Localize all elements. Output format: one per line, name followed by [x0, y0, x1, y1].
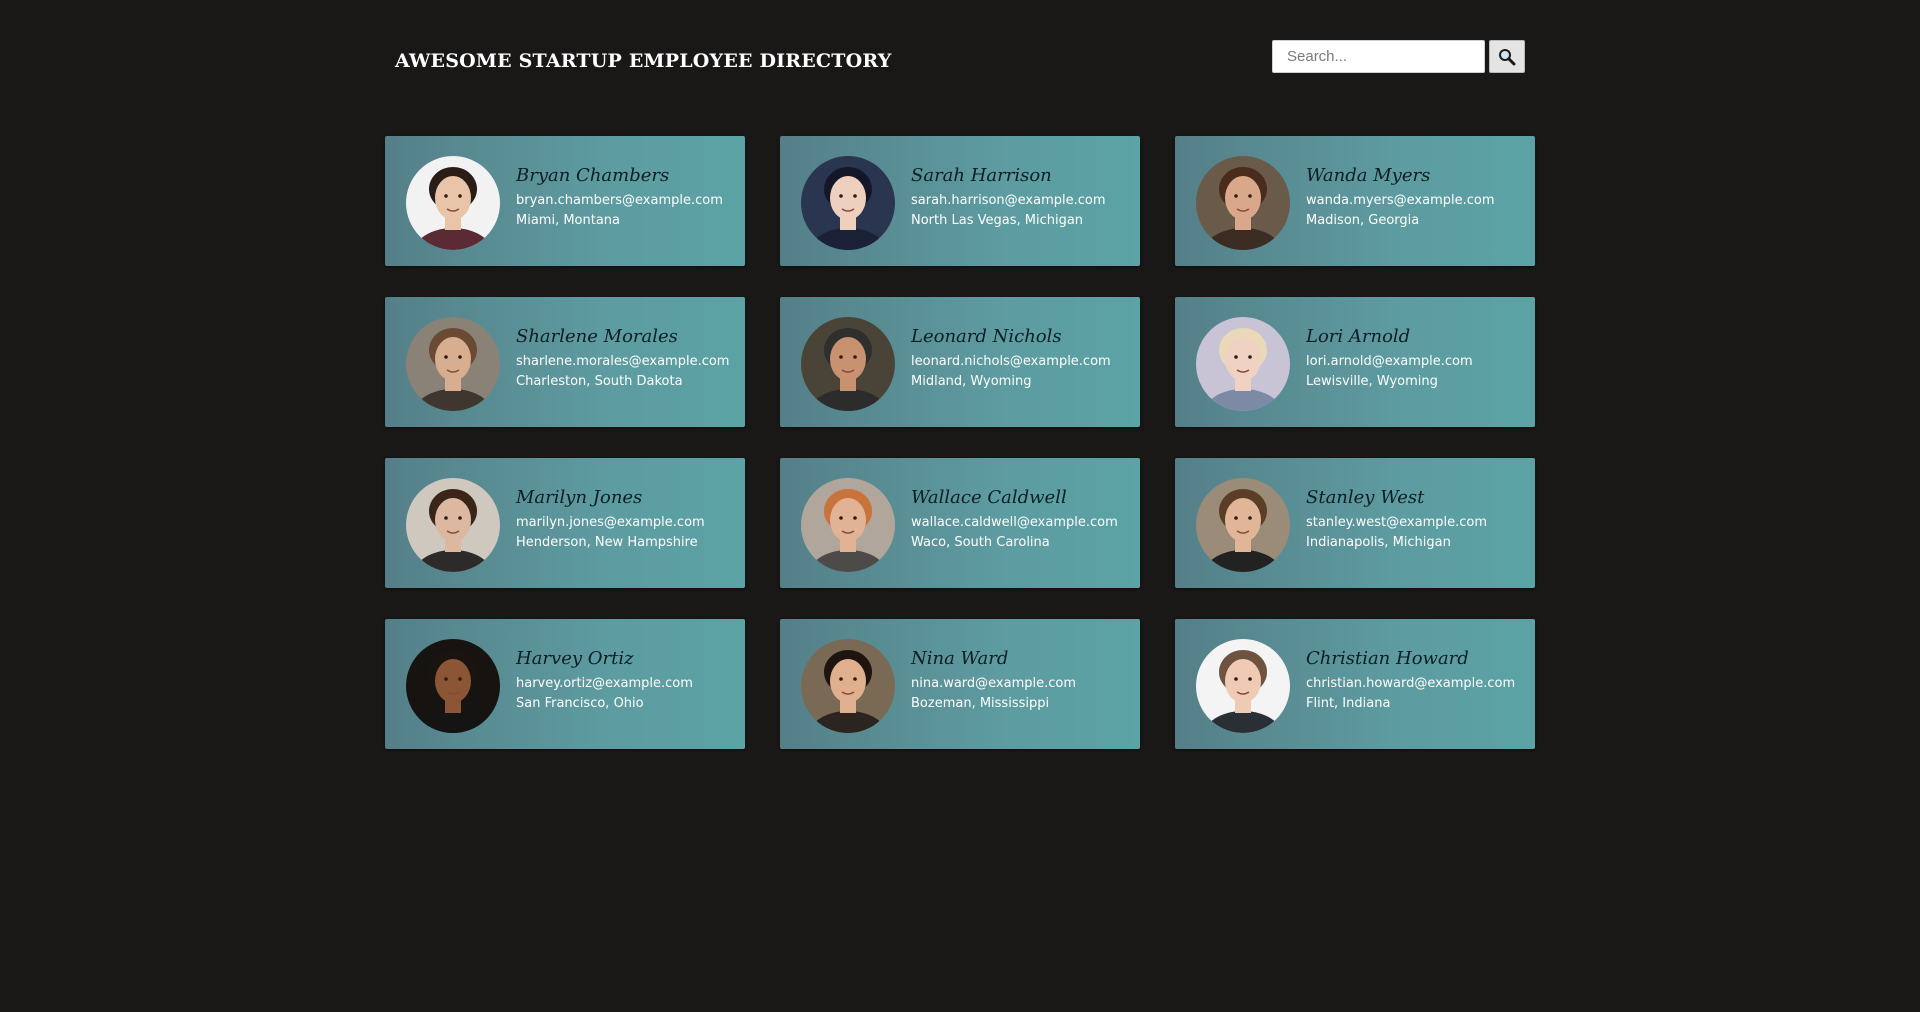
- employee-card[interactable]: Stanley West stanley.west@example.com Indi…: [1175, 458, 1535, 588]
- employee-info: Stanley West stanley.west@example.com Indi…: [1306, 487, 1529, 550]
- employee-location: Bozeman, Mississippi: [911, 696, 1050, 711]
- employee-name: Wallace Caldwell: [911, 487, 1067, 508]
- employee-card[interactable]: Lori Arnold lori.arnold@example.com Lewisv…: [1175, 297, 1535, 427]
- employee-location: Madison, Georgia: [1306, 213, 1420, 228]
- employee-info: Sarah Harrison sarah.harrison@example.com…: [911, 165, 1134, 228]
- employee-card[interactable]: Christian Howard christian.howard@example…: [1175, 619, 1535, 749]
- page-title: AWESOME STARTUP EMPLOYEE DIRECTORY: [395, 50, 892, 72]
- employee-card[interactable]: Wallace Caldwell wallace.caldwell@example…: [780, 458, 1140, 588]
- employee-card[interactable]: Nina Ward nina.ward@example.com Bozeman, M…: [780, 619, 1140, 749]
- employee-info: Leonard Nichols leonard.nichols@example.c…: [911, 326, 1134, 389]
- employee-email: leonard.nichols@example.com: [911, 354, 1111, 369]
- avatar: [1196, 317, 1290, 411]
- avatar: [1196, 156, 1290, 250]
- employee-name: Christian Howard: [1306, 648, 1469, 669]
- employee-card[interactable]: Leonard Nichols leonard.nichols@example.c…: [780, 297, 1140, 427]
- avatar: [406, 317, 500, 411]
- employee-name: Lori Arnold: [1306, 326, 1411, 347]
- employee-location: Indianapolis, Michigan: [1306, 535, 1451, 550]
- employee-card[interactable]: Wanda Myers wanda.myers@example.com Madiso…: [1175, 136, 1535, 266]
- employee-location: North Las Vegas, Michigan: [911, 213, 1084, 228]
- search-icon: [1499, 48, 1516, 65]
- employee-info: Wallace Caldwell wallace.caldwell@example…: [911, 487, 1134, 550]
- employee-location: Midland, Wyoming: [911, 374, 1032, 389]
- employee-name: Marilyn Jones: [516, 487, 643, 508]
- avatar: [801, 156, 895, 250]
- employee-location: Charleston, South Dakota: [516, 374, 683, 389]
- employee-info: Marilyn Jones marilyn.jones@example.com He…: [516, 487, 739, 550]
- employee-name: Bryan Chambers: [516, 165, 670, 186]
- employee-card[interactable]: Sharlene Morales sharlene.morales@example…: [385, 297, 745, 427]
- employee-directory-page: AWESOME STARTUP EMPLOYEE DIRECTORY Bryan…: [0, 0, 1920, 1012]
- employee-card[interactable]: Harvey Ortiz harvey.ortiz@example.com San …: [385, 619, 745, 749]
- employee-location: Waco, South Carolina: [911, 535, 1050, 550]
- employee-info: Harvey Ortiz harvey.ortiz@example.com San …: [516, 648, 739, 711]
- employee-name: Leonard Nichols: [911, 326, 1062, 347]
- avatar: [406, 639, 500, 733]
- avatar: [801, 317, 895, 411]
- avatar: [406, 478, 500, 572]
- avatar: [801, 639, 895, 733]
- employee-info: Wanda Myers wanda.myers@example.com Madiso…: [1306, 165, 1529, 228]
- employee-email: wanda.myers@example.com: [1306, 193, 1495, 208]
- employee-info: Christian Howard christian.howard@example…: [1306, 648, 1529, 711]
- header: AWESOME STARTUP EMPLOYEE DIRECTORY: [385, 38, 1525, 78]
- employee-info: Sharlene Morales sharlene.morales@example…: [516, 326, 739, 389]
- search-input[interactable]: [1272, 40, 1485, 73]
- employee-gallery: Bryan Chambers bryan.chambers@example.com…: [385, 136, 1535, 749]
- employee-info: Bryan Chambers bryan.chambers@example.com…: [516, 165, 739, 228]
- employee-location: Henderson, New Hampshire: [516, 535, 698, 550]
- search-form: [1272, 40, 1525, 73]
- employee-location: Lewisville, Wyoming: [1306, 374, 1438, 389]
- employee-email: nina.ward@example.com: [911, 676, 1077, 691]
- employee-card[interactable]: Marilyn Jones marilyn.jones@example.com He…: [385, 458, 745, 588]
- employee-card[interactable]: Sarah Harrison sarah.harrison@example.com…: [780, 136, 1140, 266]
- employee-name: Wanda Myers: [1306, 165, 1431, 186]
- employee-name: Stanley West: [1306, 487, 1425, 508]
- employee-email: sarah.harrison@example.com: [911, 193, 1106, 208]
- employee-info: Nina Ward nina.ward@example.com Bozeman, M…: [911, 648, 1134, 711]
- employee-email: stanley.west@example.com: [1306, 515, 1488, 530]
- employee-name: Nina Ward: [911, 648, 1009, 669]
- employee-email: sharlene.morales@example.com: [516, 354, 730, 369]
- avatar: [1196, 478, 1290, 572]
- employee-name: Sharlene Morales: [516, 326, 678, 347]
- avatar: [1196, 639, 1290, 733]
- employee-email: christian.howard@example.com: [1306, 676, 1516, 691]
- employee-location: San Francisco, Ohio: [516, 696, 644, 711]
- employee-info: Lori Arnold lori.arnold@example.com Lewisv…: [1306, 326, 1529, 389]
- avatar: [406, 156, 500, 250]
- search-button[interactable]: [1489, 40, 1525, 73]
- employee-email: wallace.caldwell@example.com: [911, 515, 1118, 530]
- employee-email: harvey.ortiz@example.com: [516, 676, 693, 691]
- employee-name: Harvey Ortiz: [516, 648, 634, 669]
- avatar: [801, 478, 895, 572]
- employee-name: Sarah Harrison: [911, 165, 1052, 186]
- employee-email: bryan.chambers@example.com: [516, 193, 723, 208]
- employee-email: lori.arnold@example.com: [1306, 354, 1473, 369]
- employee-email: marilyn.jones@example.com: [516, 515, 705, 530]
- employee-card[interactable]: Bryan Chambers bryan.chambers@example.com…: [385, 136, 745, 266]
- employee-location: Miami, Montana: [516, 213, 621, 228]
- employee-location: Flint, Indiana: [1306, 696, 1391, 711]
